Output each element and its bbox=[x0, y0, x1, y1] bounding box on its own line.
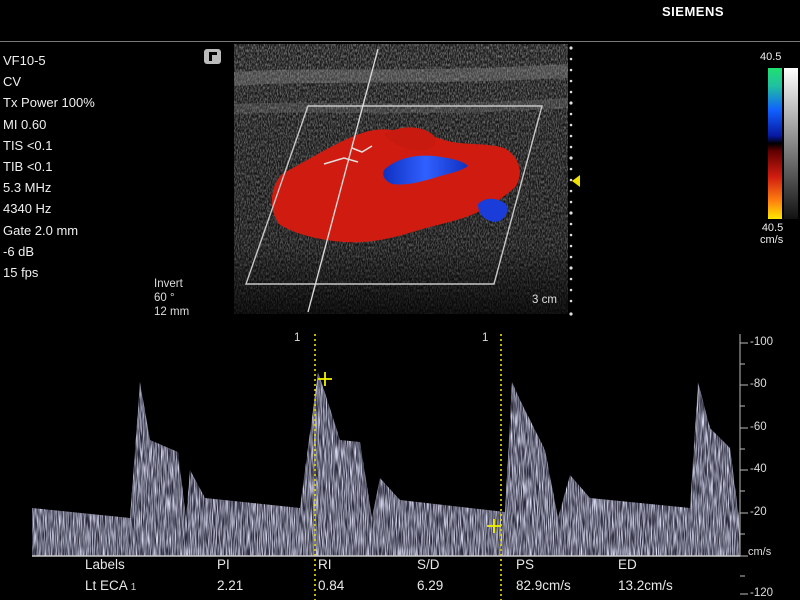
param-tis: TIS <0.1 bbox=[3, 137, 53, 153]
scale-label-80: -80 bbox=[750, 378, 767, 390]
acquisition-parameters: VF10-5 CV Tx Power 100% MI 0.60 TIS <0.1… bbox=[3, 50, 95, 283]
param-tx-power: Tx Power 100% bbox=[3, 95, 95, 111]
header-sd: S/D bbox=[417, 557, 440, 572]
param-prf: 4340 Hz bbox=[3, 201, 52, 217]
param-frequency: 5.3 MHz bbox=[3, 180, 52, 196]
scale-label-20: -20 bbox=[750, 506, 767, 518]
orientation-marker-icon bbox=[204, 49, 221, 64]
invert-label: Invert bbox=[154, 278, 183, 290]
velocity-scale bbox=[768, 68, 782, 219]
param-gain: -6 dB bbox=[3, 243, 35, 259]
measure-marker-1: 1 bbox=[294, 332, 301, 344]
color-scale-max: 40.5 bbox=[760, 51, 782, 63]
color-scale-unit: cm/s bbox=[760, 234, 784, 246]
steering-info: Invert 60 ° 12 mm bbox=[154, 277, 189, 319]
color-doppler-image bbox=[234, 44, 568, 314]
value-ri: 0.84 bbox=[318, 578, 345, 593]
param-framerate: 15 fps bbox=[3, 265, 39, 281]
param-gate: Gate 2.0 mm bbox=[3, 222, 79, 238]
gate-depth-label: 12 mm bbox=[154, 306, 190, 318]
value-label: Lt ECA 1 bbox=[85, 578, 136, 593]
depth-ruler bbox=[569, 46, 573, 316]
header-ri: RI bbox=[318, 557, 332, 572]
measure-marker-2: 1 bbox=[482, 332, 489, 344]
header-labels: Labels bbox=[85, 557, 125, 572]
measurement-table: Labels PI RI S/D PS ED Lt ECA 1 2.21 0.8… bbox=[0, 556, 740, 600]
label-index: 1 bbox=[130, 582, 137, 593]
scale-label-60: -60 bbox=[750, 421, 767, 433]
scale-unit: cm/s bbox=[748, 546, 772, 558]
gray-scale bbox=[784, 68, 798, 219]
param-mi: MI 0.60 bbox=[3, 116, 47, 132]
header-pi: PI bbox=[217, 557, 230, 572]
angle-label: 60 ° bbox=[154, 292, 175, 304]
vessel-label: Lt ECA bbox=[85, 578, 128, 593]
color-scale-bar bbox=[768, 68, 798, 219]
value-pi: 2.21 bbox=[217, 578, 244, 593]
header-divider bbox=[0, 41, 800, 42]
param-transducer: VF10-5 bbox=[3, 53, 46, 68]
color-scale-min-value: 40.5 bbox=[761, 222, 784, 234]
depth-label: 3 cm bbox=[532, 294, 557, 306]
velocity-axis-ticks bbox=[740, 342, 748, 595]
param-mode: CV bbox=[3, 74, 22, 90]
header-ed: ED bbox=[618, 557, 637, 572]
scale-label-120: -120 bbox=[750, 587, 774, 599]
scale-label-100: -100 bbox=[750, 336, 774, 348]
value-ps: 82.9cm/s bbox=[516, 578, 571, 593]
color-scale-min: 40.5 cm/s bbox=[760, 222, 783, 246]
value-ed: 13.2cm/s bbox=[618, 578, 673, 593]
header-ps: PS bbox=[516, 557, 535, 572]
spectrum-speckle bbox=[32, 372, 740, 556]
brand-logo: SIEMENS bbox=[662, 4, 725, 19]
param-tib: TIB <0.1 bbox=[3, 159, 53, 175]
value-sd: 6.29 bbox=[417, 578, 444, 593]
scale-label-40: -40 bbox=[750, 463, 767, 475]
